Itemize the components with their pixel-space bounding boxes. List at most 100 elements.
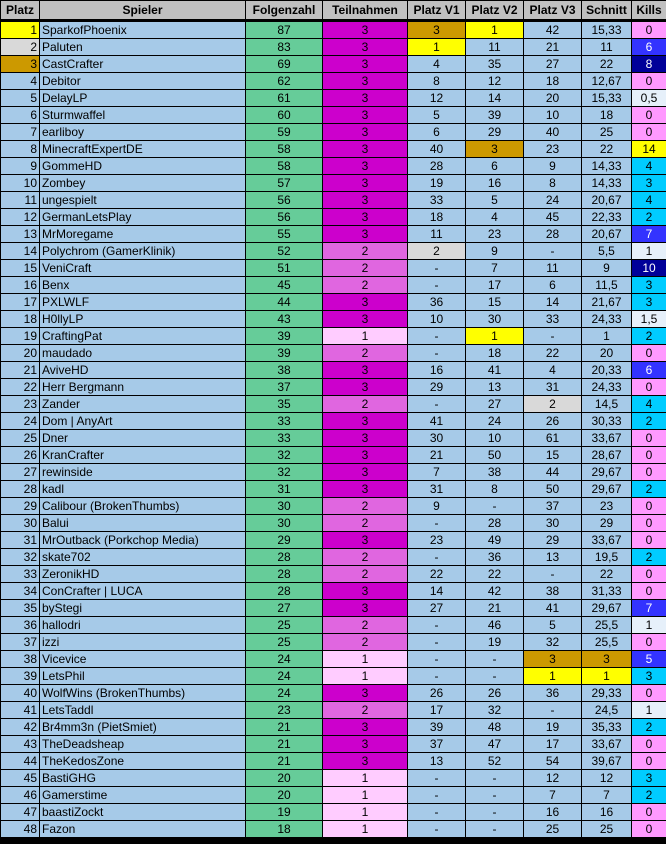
place-v3: 31: [523, 378, 582, 396]
place-v1: 17: [407, 701, 466, 719]
player-name: GommeHD: [39, 157, 246, 175]
participation-count: 3: [322, 752, 408, 770]
table-row: 16 Benx 45 2-17 6 11,5 3: [0, 276, 666, 294]
participation-count: 2: [322, 242, 408, 260]
rank-cell: 39: [0, 667, 40, 685]
participation-count: 2: [322, 259, 408, 277]
place-v1: -: [407, 327, 466, 345]
average: 20,33: [581, 361, 632, 379]
table-row: 44 TheKedosZone 21 3 13 52 54 39,67 0: [0, 752, 666, 770]
kills: 4: [631, 191, 666, 209]
average: 29,67: [581, 480, 632, 498]
episode-count: 32: [245, 463, 323, 481]
ranking-table: Platz Spieler Folgenzahl Teilnahmen Plat…: [0, 0, 666, 838]
average: 14,33: [581, 157, 632, 175]
rank-cell: 11: [0, 191, 40, 209]
place-v2: 11: [465, 38, 524, 56]
table-row: 38 Vicevice 24 1- -3 3 5: [0, 650, 666, 668]
place-v2: -: [465, 803, 524, 821]
participation-count: 2: [322, 514, 408, 532]
place-v3: 21: [523, 38, 582, 56]
place-v3: 5: [523, 616, 582, 634]
place-v3: 17: [523, 735, 582, 753]
header-platz-v2: Platz V2: [465, 0, 524, 20]
participation-count: 3: [322, 21, 408, 39]
place-v3: 36: [523, 684, 582, 702]
place-v3: 10: [523, 106, 582, 124]
player-name: izzi: [39, 633, 246, 651]
place-v2: 15: [465, 293, 524, 311]
average: 29: [581, 514, 632, 532]
participation-count: 3: [322, 225, 408, 243]
average: 7: [581, 786, 632, 804]
participation-count: 3: [322, 531, 408, 549]
player-name: SparkofPhoenix: [39, 21, 246, 39]
place-v3: 37: [523, 497, 582, 515]
average: 24,5: [581, 701, 632, 719]
player-name: maudado: [39, 344, 246, 362]
participation-count: 3: [322, 446, 408, 464]
table-row: 31 MrOutback (Porkchop Media) 29 3 23 49 29 33,…: [0, 531, 666, 549]
episode-count: 83: [245, 38, 323, 56]
place-v2: 3: [465, 140, 524, 158]
kills: 1,5: [631, 310, 666, 328]
rank-cell: 9: [0, 157, 40, 175]
place-v3: -: [523, 701, 582, 719]
place-v1: -: [407, 344, 466, 362]
place-v1: -: [407, 395, 466, 413]
place-v3: 42: [523, 21, 582, 39]
episode-count: 25: [245, 633, 323, 651]
episode-count: 31: [245, 480, 323, 498]
episode-count: 61: [245, 89, 323, 107]
rank-cell: 19: [0, 327, 40, 345]
rank-cell: 18: [0, 310, 40, 328]
place-v2: 19: [465, 633, 524, 651]
kills: 0: [631, 21, 666, 39]
average: 31,33: [581, 582, 632, 600]
place-v1: -: [407, 616, 466, 634]
player-name: Zander: [39, 395, 246, 413]
kills: 0: [631, 344, 666, 362]
place-v1: 18: [407, 208, 466, 226]
kills: 2: [631, 208, 666, 226]
place-v3: 44: [523, 463, 582, 481]
place-v3: 13: [523, 548, 582, 566]
participation-count: 1: [322, 786, 408, 804]
table-row: 17 PXLWLF 44 3 36 15 14 21,67 3: [0, 293, 666, 311]
table-row: 48 Fazon 18 1- -25 25 0: [0, 820, 666, 838]
participation-count: 3: [322, 123, 408, 141]
place-v3: 20: [523, 89, 582, 107]
participation-count: 3: [322, 480, 408, 498]
participation-count: 1: [322, 327, 408, 345]
place-v1: 11: [407, 225, 466, 243]
rank-cell: 44: [0, 752, 40, 770]
header-row: Platz Spieler Folgenzahl Teilnahmen Plat…: [0, 0, 666, 20]
place-v1: 39: [407, 718, 466, 736]
episode-count: 58: [245, 140, 323, 158]
place-v2: 49: [465, 531, 524, 549]
episode-count: 28: [245, 548, 323, 566]
place-v3: 28: [523, 225, 582, 243]
rank-cell: 15: [0, 259, 40, 277]
place-v3: 12: [523, 769, 582, 787]
place-v3: -: [523, 327, 582, 345]
kills: 0: [631, 514, 666, 532]
place-v3: 33: [523, 310, 582, 328]
average: 20,67: [581, 225, 632, 243]
rank-cell: 8: [0, 140, 40, 158]
episode-count: 87: [245, 21, 323, 39]
episode-count: 24: [245, 650, 323, 668]
average: 3: [581, 650, 632, 668]
rank-cell: 43: [0, 735, 40, 753]
rank-cell: 23: [0, 395, 40, 413]
place-v3: 8: [523, 174, 582, 192]
place-v2: 50: [465, 446, 524, 464]
player-name: BastiGHG: [39, 769, 246, 787]
place-v1: 9: [407, 497, 466, 515]
average: 30,33: [581, 412, 632, 430]
player-name: Calibour (BrokenThumbs): [39, 497, 246, 515]
kills: 0: [631, 684, 666, 702]
table-row: 45 BastiGHG 20 1- -12 12 3: [0, 769, 666, 787]
place-v3: 9: [523, 157, 582, 175]
average: 22: [581, 140, 632, 158]
